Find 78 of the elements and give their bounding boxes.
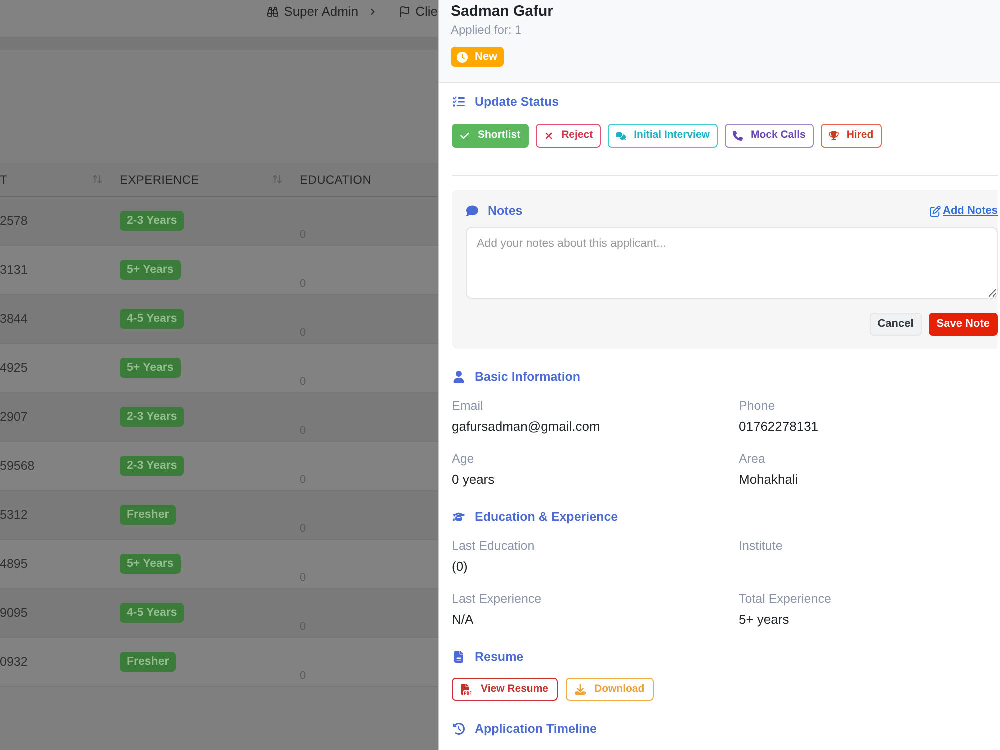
experience-badge: 2-3 Years xyxy=(120,456,184,476)
field-label: Age xyxy=(452,451,476,468)
section-title: Application Timeline xyxy=(475,720,598,738)
status-button[interactable]: Reject xyxy=(536,124,602,148)
speech-bubble-icon xyxy=(466,205,479,217)
experience-badge: Fresher xyxy=(120,505,176,525)
field-value: gafursadman@gmail.com xyxy=(452,418,602,436)
sort-icon[interactable] xyxy=(272,174,283,185)
table-cell-text: 0932 xyxy=(0,654,28,671)
field-label: Email xyxy=(452,398,484,415)
table-cell-text: 3844 xyxy=(0,310,28,328)
column-header: EXPERIENCE xyxy=(120,172,200,188)
applicant-name: Sadman Gafur xyxy=(451,3,554,21)
add-notes-link[interactable]: Add Notes xyxy=(930,202,998,220)
trophy-icon xyxy=(828,131,839,141)
table-cell-text: 5312 xyxy=(0,506,28,524)
breadcrumb-link[interactable]: Super Admin xyxy=(267,3,359,20)
experience-badge: 5+ Years xyxy=(120,358,181,378)
status-button[interactable]: Shortlist xyxy=(452,124,529,148)
status-text: New xyxy=(475,50,498,65)
download-icon xyxy=(574,684,586,695)
user-icon xyxy=(453,371,465,383)
pdf-file-icon xyxy=(461,684,472,695)
section-title: Notes xyxy=(488,202,523,220)
experience-badge: 5+ Years xyxy=(120,260,181,280)
graduation-cap-icon xyxy=(453,511,465,523)
table-cell-text: 3131 xyxy=(0,262,28,279)
experience-badge: 2-3 Years xyxy=(120,407,184,427)
experience-badge: Fresher xyxy=(120,652,176,672)
section-title: Basic Information xyxy=(475,368,581,386)
chat-bubbles-icon xyxy=(616,131,626,141)
list-check-icon xyxy=(453,96,465,108)
column-header: EDUCATION xyxy=(300,172,372,188)
field-value: Mohakhali xyxy=(739,471,800,489)
field-label: Area xyxy=(739,451,766,468)
view-resume-button[interactable]: View Resume xyxy=(452,678,558,701)
x-icon xyxy=(544,131,554,141)
binoculars-icon xyxy=(267,6,280,18)
table-cell-text: 59568 xyxy=(0,458,35,475)
status-button[interactable]: Mock Calls xyxy=(724,124,814,148)
clock-icon xyxy=(457,52,468,62)
field-value: 5+ years xyxy=(739,611,790,629)
status-button[interactable]: Hired xyxy=(820,124,882,148)
column-header: T xyxy=(0,172,8,188)
experience-badge: 4-5 Years xyxy=(120,603,184,623)
table-cell-text: 2578 xyxy=(0,212,28,230)
field-value: 01762278131 xyxy=(739,418,820,436)
table-cell-text: 4895 xyxy=(0,556,28,573)
document-icon xyxy=(453,651,465,663)
flag-icon xyxy=(398,6,411,18)
sort-icon[interactable] xyxy=(92,174,103,185)
table-cell-text: 9095 xyxy=(0,604,28,622)
breadcrumb-link[interactable]: Clie xyxy=(398,3,438,20)
field-label: Total Experience xyxy=(739,591,832,608)
section-title: Update Status xyxy=(475,94,560,111)
cancel-button[interactable]: Cancel xyxy=(870,313,922,336)
save-note-button[interactable]: Save Note xyxy=(928,313,998,336)
table-cell-text: 2907 xyxy=(0,408,28,426)
table-cell-text: 4925 xyxy=(0,360,28,377)
field-label: Last Experience xyxy=(452,591,543,608)
phone-icon xyxy=(732,131,743,141)
field-value: N/A xyxy=(452,611,475,629)
section-title: Resume xyxy=(475,648,524,666)
history-icon xyxy=(453,723,465,735)
check-icon xyxy=(460,131,470,141)
field-label: Institute xyxy=(739,538,784,555)
notes-textarea[interactable]: Add your notes about this applicant... xyxy=(466,227,998,299)
experience-badge: 4-5 Years xyxy=(120,309,184,329)
status-button[interactable]: Initial Interview xyxy=(608,124,718,148)
field-label: Last Education xyxy=(452,538,536,555)
field-value: 0 years xyxy=(452,471,496,489)
section-title: Education & Experience xyxy=(475,508,618,526)
experience-badge: 2-3 Years xyxy=(120,211,184,231)
edit-icon xyxy=(930,206,941,216)
applied-for-text: Applied for: 1 xyxy=(451,22,522,38)
field-value: (0) xyxy=(452,558,469,576)
experience-badge: 5+ Years xyxy=(120,554,181,574)
field-label: Phone xyxy=(739,398,776,415)
